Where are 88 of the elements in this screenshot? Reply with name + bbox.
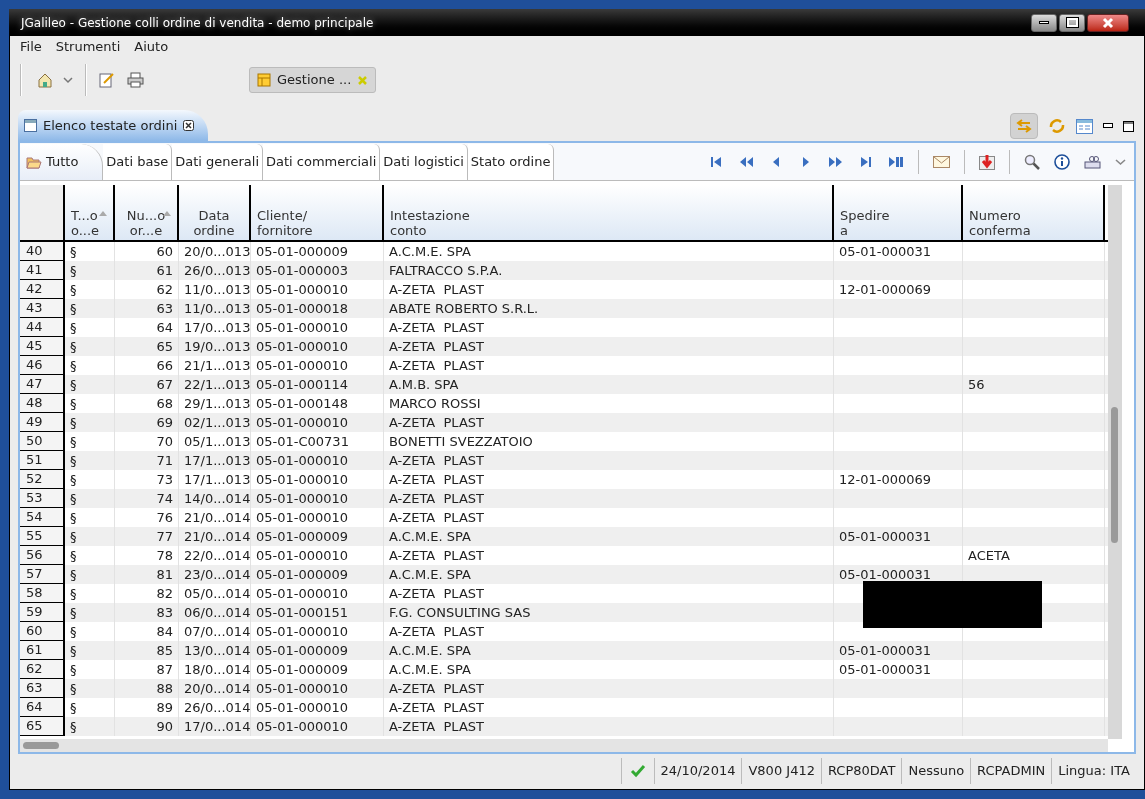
- last-page-icon[interactable]: [858, 154, 874, 169]
- export-icon[interactable]: [979, 153, 995, 170]
- table-cell: §: [65, 717, 115, 736]
- fast-back-icon[interactable]: [738, 154, 754, 169]
- edit-icon[interactable]: [99, 72, 115, 88]
- horizontal-scrollbar-thumb[interactable]: [23, 742, 59, 749]
- filter-tab[interactable]: Stato ordine: [467, 144, 555, 180]
- row-header[interactable]: 50: [20, 432, 65, 451]
- menu-item[interactable]: File: [20, 37, 42, 57]
- row-header[interactable]: 56: [20, 546, 65, 565]
- row-header[interactable]: 48: [20, 394, 65, 413]
- column-header[interactable]: Numero conferma: [963, 185, 1105, 240]
- table-cell: A-ZETA PLAST: [384, 717, 834, 736]
- filter-tab[interactable]: Dati commerciali: [263, 144, 381, 180]
- form-view-icon[interactable]: [1076, 118, 1093, 134]
- sort-arrow-icon: [163, 211, 171, 216]
- swap-arrows-icon: [1016, 118, 1032, 134]
- minimize-button[interactable]: [1031, 13, 1057, 32]
- settings-icon[interactable]: [1084, 154, 1101, 169]
- view-tab[interactable]: Elenco testate ordini: [18, 110, 208, 141]
- row-header[interactable]: 55: [20, 527, 65, 546]
- row-header[interactable]: 58: [20, 584, 65, 603]
- row-header[interactable]: 60: [20, 622, 65, 641]
- mail-icon[interactable]: [933, 155, 950, 168]
- row-header[interactable]: 65: [20, 717, 65, 736]
- status-field: RCPADMIN: [971, 761, 1052, 781]
- row-header[interactable]: 47: [20, 375, 65, 394]
- window-icon: [24, 119, 37, 132]
- vertical-scrollbar-thumb[interactable]: [1111, 407, 1118, 543]
- row-header[interactable]: 64: [20, 698, 65, 717]
- row-header[interactable]: 52: [20, 470, 65, 489]
- row-header[interactable]: 53: [20, 489, 65, 508]
- link-toggle-button[interactable]: [1010, 113, 1038, 139]
- filter-tab[interactable]: Dati base: [103, 144, 173, 180]
- row-header[interactable]: 54: [20, 508, 65, 527]
- status-field: 24/10/2014: [654, 761, 742, 781]
- status-field: Nessuno: [902, 761, 971, 781]
- status-field: V800 J412: [742, 761, 821, 781]
- dropdown-caret-icon[interactable]: [63, 76, 73, 84]
- close-icon: [1102, 16, 1114, 29]
- row-header[interactable]: 57: [20, 565, 65, 584]
- fast-forward-icon[interactable]: [828, 154, 844, 169]
- last-record-icon[interactable]: [888, 154, 904, 169]
- minimize-icon[interactable]: [1103, 123, 1113, 129]
- filter-tab[interactable]: Tutto: [20, 144, 104, 180]
- check-icon: [629, 764, 646, 778]
- filter-tab[interactable]: Dati generali: [172, 144, 263, 180]
- row-header[interactable]: 49: [20, 413, 65, 432]
- first-page-icon[interactable]: [708, 154, 724, 169]
- close-icon[interactable]: [183, 120, 195, 131]
- column-header[interactable]: Cliente/ fornitore: [251, 185, 384, 240]
- chevron-down-icon[interactable]: [1115, 157, 1126, 166]
- row-header[interactable]: 42: [20, 280, 65, 299]
- print-icon[interactable]: [127, 72, 144, 88]
- row-header[interactable]: 51: [20, 451, 65, 470]
- column-header[interactable]: T...o o...e: [65, 185, 115, 240]
- folder-icon: [26, 155, 42, 169]
- column-header[interactable]: Data ordine: [179, 185, 251, 240]
- row-header[interactable]: 61: [20, 641, 65, 660]
- maximize-button[interactable]: [1059, 13, 1085, 32]
- row-header[interactable]: 41: [20, 261, 65, 280]
- row-header[interactable]: 44: [20, 318, 65, 337]
- close-button[interactable]: [1087, 13, 1129, 32]
- search-icon[interactable]: [1024, 153, 1040, 170]
- column-header[interactable]: Intestazione conto: [384, 185, 834, 240]
- table-icon: [257, 73, 271, 87]
- filter-tab[interactable]: Dati logistici: [380, 144, 468, 180]
- table-cell: 17/0...014: [179, 717, 251, 736]
- info-icon[interactable]: [1054, 153, 1070, 170]
- window-title: JGalileo - Gestione colli ordine di vendita - demo principale: [21, 14, 374, 32]
- column-header[interactable]: Nu...o or...e: [115, 185, 179, 240]
- row-header[interactable]: 59: [20, 603, 65, 622]
- row-header[interactable]: 46: [20, 356, 65, 375]
- table-cell: 05-01-000010: [251, 717, 384, 736]
- table-cell: 90: [115, 717, 179, 736]
- menu-item[interactable]: Strumenti: [55, 37, 121, 57]
- status-field: RCP80DAT: [821, 761, 902, 781]
- row-header[interactable]: 45: [20, 337, 65, 356]
- column-header[interactable]: Spedire a: [834, 185, 963, 240]
- row-header[interactable]: 40: [20, 242, 65, 261]
- maximize-icon[interactable]: [1123, 120, 1134, 132]
- menu-item[interactable]: Aiuto: [134, 37, 169, 57]
- row-header[interactable]: 63: [20, 679, 65, 698]
- row-header[interactable]: 62: [20, 660, 65, 679]
- status-field: Lingua: ITA: [1052, 761, 1136, 781]
- home-icon[interactable]: [37, 72, 53, 88]
- row-header[interactable]: 43: [20, 299, 65, 318]
- sort-arrow-icon: [99, 211, 107, 216]
